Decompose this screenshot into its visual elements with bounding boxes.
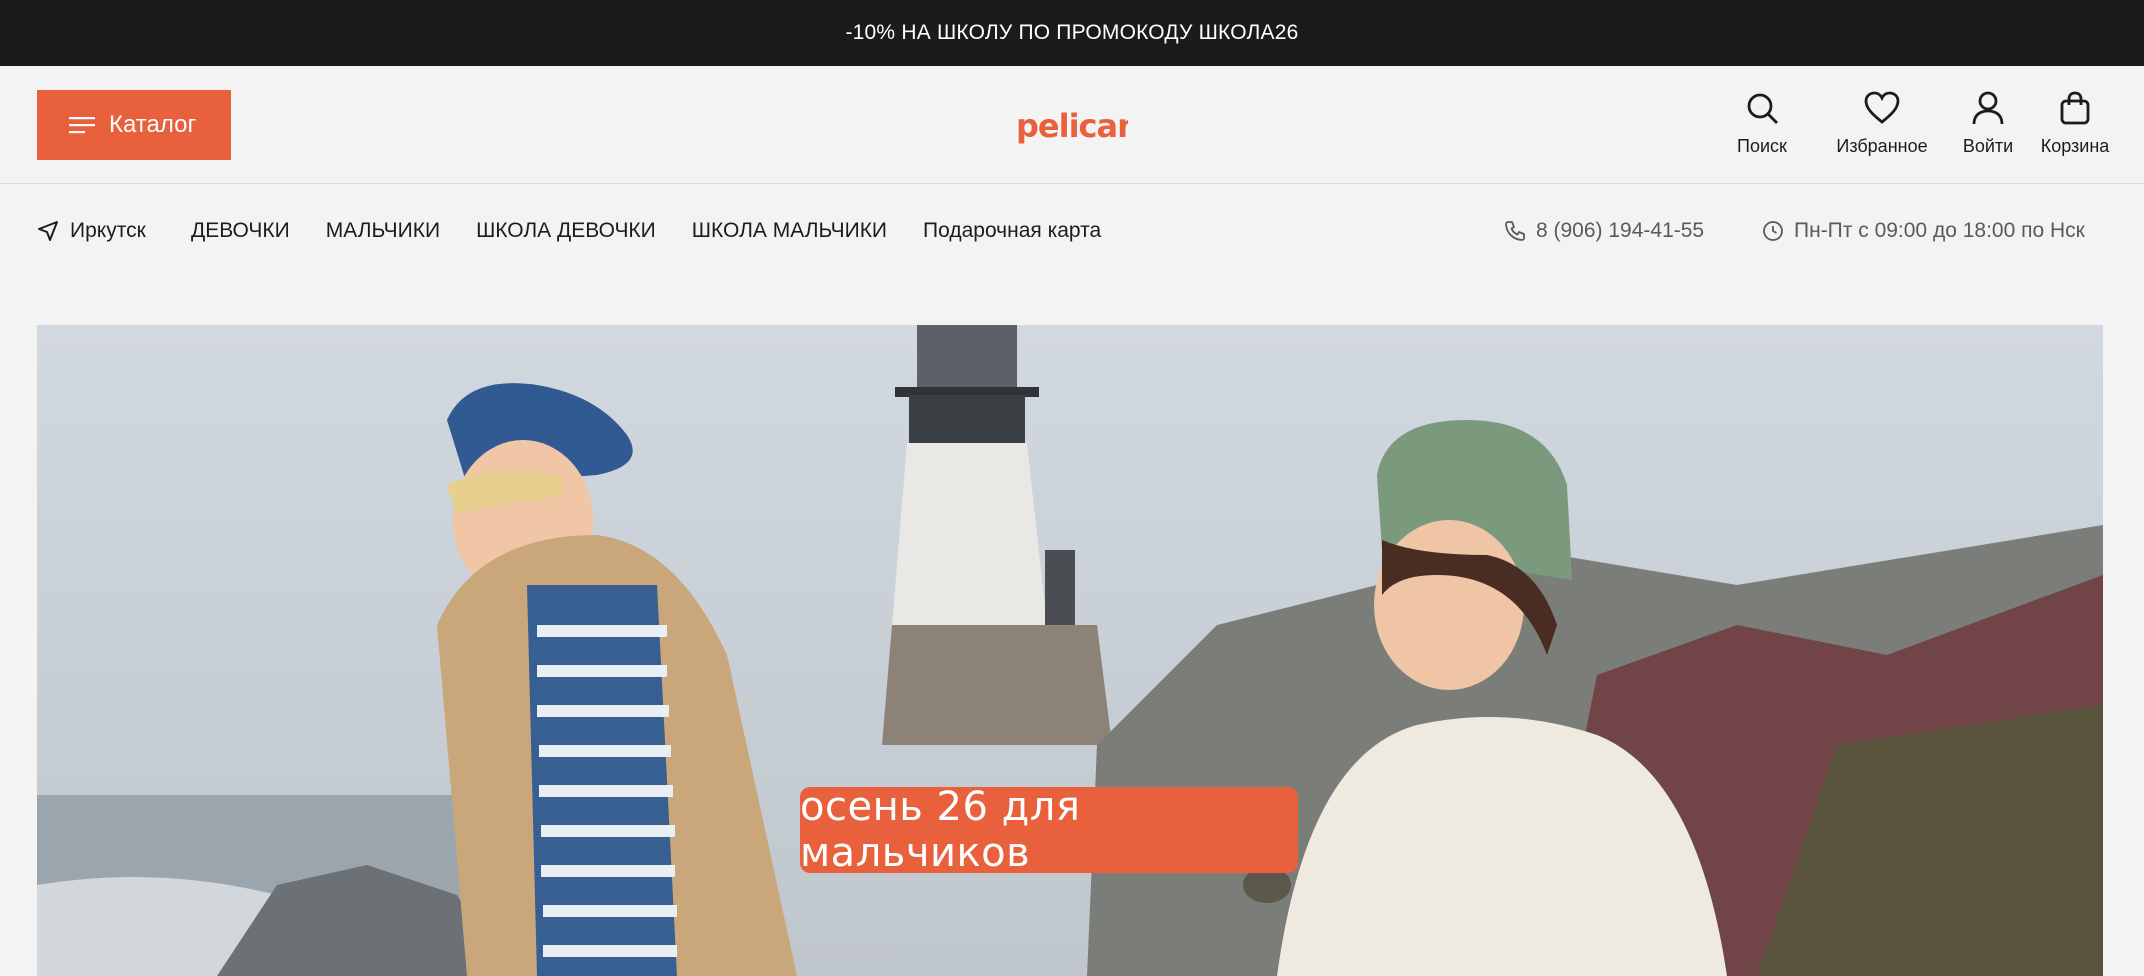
user-icon xyxy=(1972,91,2004,125)
nav-link-school-girls[interactable]: ШКОЛА ДЕВОЧКИ xyxy=(476,219,656,243)
location-arrow-icon xyxy=(38,221,58,241)
clock-icon xyxy=(1763,221,1783,241)
nav-link-girls[interactable]: ДЕВОЧКИ xyxy=(191,219,290,243)
phone-number: 8 (906) 194-41-55 xyxy=(1536,219,1705,242)
hero-caption[interactable]: осень 26 для мальчиков xyxy=(800,784,1298,876)
heart-icon xyxy=(1864,91,1900,124)
favorites-button[interactable]: Избранное xyxy=(1822,90,1942,157)
phone-contact[interactable]: 8 (906) 194-41-55 xyxy=(1504,219,1704,243)
search-icon xyxy=(1747,93,1778,124)
login-label: Войти xyxy=(1962,136,2014,156)
phone-icon xyxy=(1505,221,1525,241)
nav-link-gift-card[interactable]: Подарочная карта xyxy=(923,219,1101,243)
nav-row: Иркутск ДЕВОЧКИ МАЛЬЧИКИ ШКОЛА ДЕВОЧКИ Ш… xyxy=(0,184,2144,278)
favorites-label: Избранное xyxy=(1836,136,1928,156)
main-nav: ДЕВОЧКИ МАЛЬЧИКИ ШКОЛА ДЕВОЧКИ ШКОЛА МАЛ… xyxy=(191,219,1101,243)
nav-link-boys[interactable]: МАЛЬЧИКИ xyxy=(326,219,440,243)
search-button[interactable]: Поиск xyxy=(1732,90,1792,157)
bag-icon xyxy=(2060,91,2090,125)
city-selector[interactable]: Иркутск xyxy=(37,219,146,243)
nav-link-school-boys[interactable]: ШКОЛА МАЛЬЧИКИ xyxy=(692,219,887,243)
promo-text: -10% НА ШКОЛУ ПО ПРОМОКОДУ ШКОЛА26 xyxy=(845,21,1299,44)
cart-button[interactable]: Корзина xyxy=(2030,90,2120,157)
login-button[interactable]: Войти xyxy=(1958,90,2018,157)
hero-image xyxy=(37,325,2103,976)
hours-text: Пн-Пт с 09:00 до 18:00 по Нск xyxy=(1794,219,2085,242)
promo-bar: -10% НА ШКОЛУ ПО ПРОМОКОДУ ШКОЛА26 xyxy=(0,0,2144,66)
catalog-button[interactable]: Каталог xyxy=(37,90,231,160)
city-label: Иркутск xyxy=(70,219,146,242)
search-label: Поиск xyxy=(1737,136,1787,156)
header: Каталог pelican Поиск Избранное Войти Ко… xyxy=(0,66,2144,184)
catalog-label: Каталог xyxy=(109,111,197,138)
logo-text: pelican xyxy=(1016,107,1128,145)
cart-label: Корзина xyxy=(2040,136,2110,156)
pelican-logo[interactable]: pelican xyxy=(1016,106,1128,146)
menu-icon xyxy=(69,117,95,134)
working-hours: Пн-Пт с 09:00 до 18:00 по Нск xyxy=(1762,219,2085,243)
hero-banner[interactable]: осень 26 для мальчиков xyxy=(37,325,2103,976)
